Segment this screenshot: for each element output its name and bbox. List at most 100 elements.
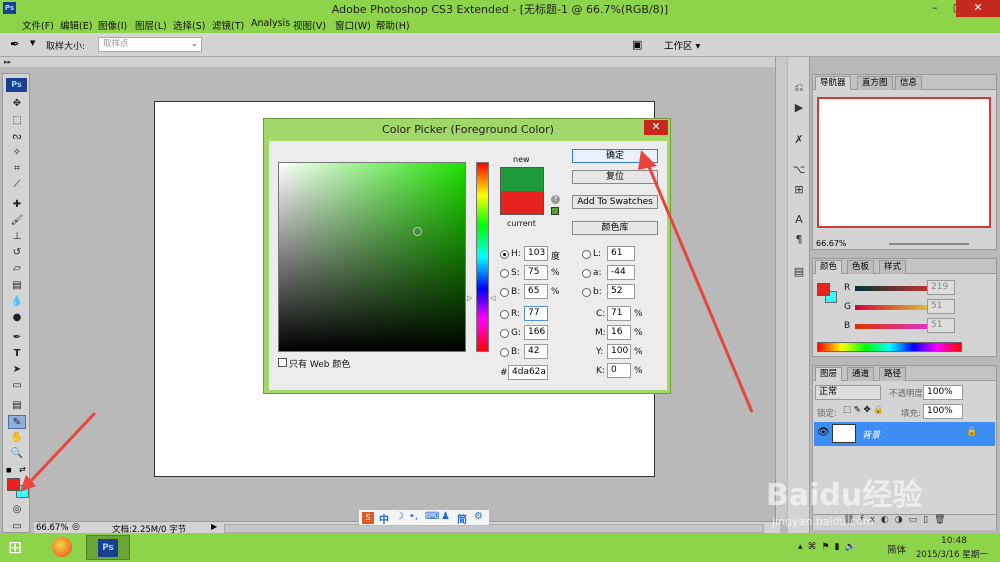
navigator-preview[interactable] — [817, 97, 991, 228]
tool-presets-icon[interactable]: ✗ — [792, 133, 806, 147]
menu-filter[interactable]: 滤镜(T) — [212, 18, 244, 32]
menu-select[interactable]: 选择(S) — [173, 18, 205, 32]
brightness-field[interactable]: 65 — [524, 284, 548, 299]
reset-button[interactable]: 复位 — [572, 170, 658, 184]
clock-date[interactable]: 2015/3/16 星期一 — [916, 548, 988, 560]
hue-right-arrow-icon[interactable]: ◁ — [490, 294, 495, 302]
input-language[interactable]: 简体 — [887, 542, 906, 556]
s-field[interactable]: 75 — [524, 265, 548, 280]
blur-tool-icon[interactable]: 💧 — [8, 295, 26, 309]
expand-toolbox-icon[interactable]: ▸▸ — [4, 58, 11, 66]
screen-mode-tool-icon[interactable]: ▭ — [8, 520, 26, 534]
eraser-tool-icon[interactable]: ▱ — [8, 262, 26, 276]
h-field[interactable]: 103 — [524, 246, 548, 261]
g-radio[interactable] — [500, 329, 509, 338]
layer-name[interactable]: 背景 — [862, 428, 880, 441]
brightness-radio[interactable] — [500, 288, 509, 297]
color-b-field[interactable]: 51 — [927, 318, 955, 333]
lasso-tool-icon[interactable]: ᔓ — [8, 130, 26, 144]
menu-help[interactable]: 帮助(H) — [376, 18, 410, 32]
m-field[interactable]: 16 — [607, 325, 631, 340]
menu-view[interactable]: 视图(V) — [293, 18, 326, 32]
tab-layers[interactable]: 图层 — [815, 367, 843, 381]
tab-color[interactable]: 颜色 — [815, 260, 843, 274]
ok-button[interactable]: 确定 — [572, 149, 658, 163]
color-picker-cursor[interactable] — [413, 227, 422, 236]
type-tool-icon[interactable]: T — [8, 347, 26, 361]
y-field[interactable]: 100 — [607, 344, 631, 359]
hue-slider[interactable] — [476, 162, 489, 352]
clone-source-icon[interactable]: ⊞ — [792, 183, 806, 197]
ime-user-icon[interactable]: ♟ — [441, 511, 450, 522]
dialog-close-button[interactable]: ✕ — [644, 120, 668, 135]
tab-paths[interactable]: 路径 — [879, 367, 907, 381]
a-radio[interactable] — [582, 269, 591, 278]
ime-punct-icon[interactable]: •, — [409, 511, 418, 522]
web-colors-only-checkbox[interactable] — [278, 358, 287, 367]
paragraph-panel-icon[interactable]: ¶ — [792, 233, 806, 247]
eyedropper-tool-icon[interactable]: ✒ — [10, 37, 20, 51]
opacity-field[interactable]: 100% — [923, 385, 963, 400]
dodge-tool-icon[interactable]: ● — [8, 311, 26, 325]
sample-size-dropdown[interactable]: 取样点 ⌄ — [98, 37, 202, 52]
l-radio[interactable] — [582, 250, 591, 259]
menu-analysis[interactable]: Analysis — [251, 18, 290, 29]
current-color-swatch[interactable] — [500, 191, 544, 215]
ime-settings-gear-icon[interactable]: ⚙ — [474, 511, 483, 522]
color-r-field[interactable]: 219 — [927, 280, 955, 295]
clone-stamp-tool-icon[interactable]: ⊥ — [8, 230, 26, 244]
history-panel-icon[interactable]: ⎌ — [792, 81, 806, 95]
c-field[interactable]: 71 — [607, 306, 631, 321]
menu-layer[interactable]: 图层(L) — [135, 18, 167, 32]
a-field[interactable]: -44 — [607, 265, 635, 280]
lock-icons[interactable]: ⬚ ✎ ✥ 🔒 — [843, 405, 884, 415]
marquee-tool-icon[interactable]: ⬚ — [8, 114, 26, 128]
tab-channels[interactable]: 通道 — [847, 367, 875, 381]
gradient-tool-icon[interactable]: ▤ — [8, 279, 26, 293]
history-brush-tool-icon[interactable]: ↺ — [8, 246, 26, 260]
brush-tool-icon[interactable]: 🖌 — [8, 214, 26, 228]
menu-window[interactable]: 窗口(W) — [335, 18, 371, 32]
saturation-brightness-field[interactable] — [278, 162, 466, 352]
tab-navigator[interactable]: 导航器 — [815, 76, 851, 90]
ime-chinese-mode[interactable]: 中 — [379, 511, 389, 526]
r-field[interactable]: 77 — [524, 306, 548, 321]
panel-fg-swatch[interactable] — [817, 283, 830, 296]
screen-mode-icon[interactable]: ▣ — [632, 38, 642, 51]
hue-left-arrow-icon[interactable]: ▷ — [467, 294, 472, 302]
notes-tool-icon[interactable]: ▤ — [8, 399, 26, 413]
blue-field[interactable]: 42 — [524, 344, 548, 359]
slice-tool-icon[interactable]: ⟋ — [8, 178, 26, 192]
taskbar-photoshop-button[interactable]: Ps — [86, 535, 130, 560]
default-colors-icon[interactable]: ◼ — [6, 466, 12, 474]
move-tool-icon[interactable]: ✥ — [8, 97, 26, 111]
tab-info[interactable]: 信息 — [895, 76, 923, 90]
path-selection-tool-icon[interactable]: ➤ — [8, 363, 26, 377]
ime-simplified-mode[interactable]: 简 — [457, 511, 467, 526]
vertical-scrollbar[interactable] — [775, 57, 787, 521]
status-menu-arrow-icon[interactable]: ▶ — [211, 522, 217, 531]
zoom-tool-icon[interactable]: 🔍 — [8, 447, 26, 461]
h-radio[interactable] — [500, 250, 509, 259]
blend-mode-dropdown[interactable]: 正常 — [815, 385, 881, 400]
foreground-color-swatch[interactable] — [7, 478, 20, 491]
brushes-panel-icon[interactable]: ⌥ — [792, 163, 806, 177]
lab-b-radio[interactable] — [582, 288, 591, 297]
layer-comps-icon[interactable]: ▤ — [792, 265, 806, 279]
hex-field[interactable]: 4da62a — [508, 365, 548, 380]
workspace-button[interactable]: 工作区 ▾ — [664, 38, 700, 52]
color-spectrum-ramp[interactable] — [817, 342, 962, 352]
blue-radio[interactable] — [500, 348, 509, 357]
g-field[interactable]: 166 — [524, 325, 548, 340]
out-of-gamut-warning-icon[interactable]: ? — [551, 195, 560, 204]
ime-keyboard-icon[interactable]: ⌨ — [425, 511, 439, 522]
taskbar-browser-button[interactable] — [40, 535, 84, 560]
layer-row-background[interactable]: 👁 背景 🔒 — [814, 422, 995, 446]
r-radio[interactable] — [500, 310, 509, 319]
l-field[interactable]: 61 — [607, 246, 635, 261]
color-g-field[interactable]: 51 — [927, 299, 955, 314]
navigator-zoom[interactable]: 66.67% — [816, 239, 847, 248]
clock-time[interactable]: 10:48 — [941, 536, 967, 546]
pen-tool-icon[interactable]: ✒ — [8, 331, 26, 345]
horizontal-scrollbar[interactable] — [224, 524, 764, 533]
